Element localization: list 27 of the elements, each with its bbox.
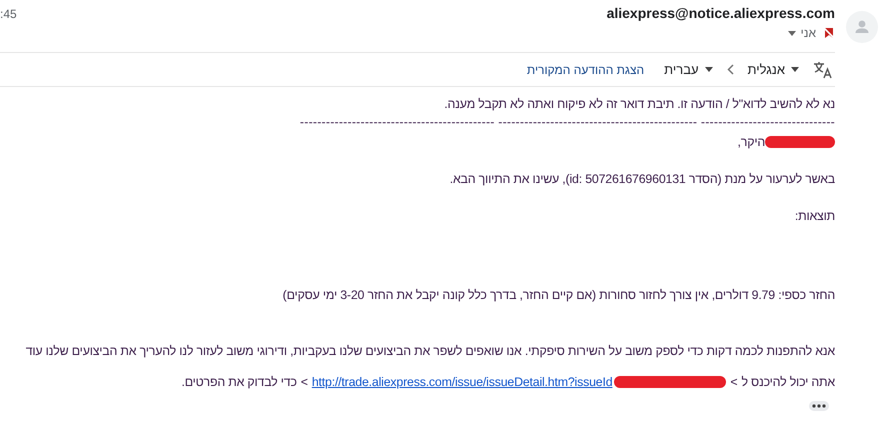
time-label: :45 [0,6,17,23]
ellipsis-icon [812,404,826,408]
recipient-name: אני [800,26,816,40]
bracket-text: < [730,374,738,391]
caret-icon [704,67,713,72]
message-text: אנא להתפנות לכמה דקות כדי לספק משוב על השירות סיפקתי. אנו שואפים לשפר את הביצועים שלנו בעקביות, ודירוגי משוב לעזור לנו להעריך את הביצועים שלנו עוד [26,343,835,360]
message-text: תוצאות: [794,208,835,225]
show-trimmed-button[interactable] [809,401,829,411]
message-text: היקר, [738,134,765,151]
sender-address: aliexpress@notice.aliexpress.com [606,5,835,21]
target-language-dropdown[interactable]: עברית [664,62,713,77]
message-text: נא לא להשיב לדוא"ל / הודעה זו. תיבת דואר זה לא פיקוח ואתה לא תקבל מענה. [444,96,835,113]
source-language-dropdown[interactable]: אנגלית [748,62,799,77]
message-text: אתה יכול להיכנס ל [741,374,835,391]
caret-icon [791,67,799,72]
issue-link[interactable]: http://trade.aliexpress.com/issue/issueDetail.htm?issueId [312,373,612,391]
bracket-text: < [300,374,308,391]
message-text: החזר כספי: 9.79 דולרים, אין צורך לחזור סחורות (אם קיים החזר, בדרך כלל קונה יקבל את החזר 3-20 ימי עסקים) [282,287,835,304]
message-text: כדי לבדוק את הפרטים. [181,374,297,391]
separator-text: --------------------------------------------- ---------------------------------------------- ------------------------------- [300,114,835,131]
avatar-icon [846,11,878,43]
show-original-link[interactable]: הצגת ההודעה המקורית [526,62,644,76]
chevron-icon [726,64,734,75]
translate-icon[interactable] [813,60,833,78]
message-text: באשר לערעור על מנת (הסדר id: 507261676960131), עשינו את התיווך הבא. [450,171,835,188]
caret-icon[interactable] [788,30,796,36]
label-off-icon[interactable] [823,27,835,39]
